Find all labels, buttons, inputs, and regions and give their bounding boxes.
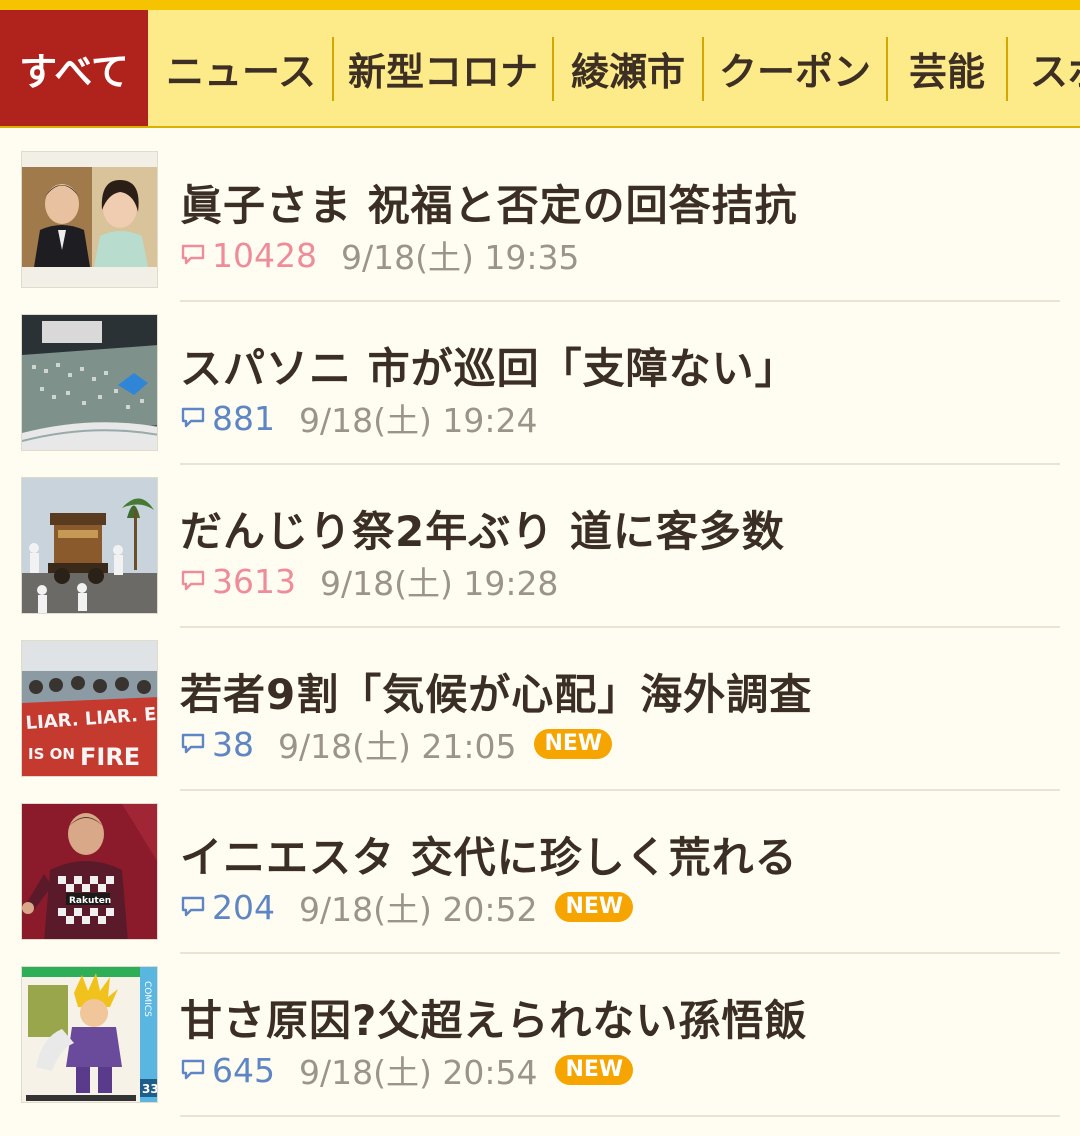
timestamp: 9/18(土) 19:35 (340, 238, 580, 277)
news-thumbnail (21, 314, 158, 451)
comment-count: 204 (212, 887, 275, 927)
comment-count: 38 (212, 724, 254, 764)
svg-text:FIRE: FIRE (80, 743, 140, 771)
manga-cover-photo: COMICS 33 (22, 967, 158, 1102)
timestamp: 9/18(土) 19:28 (319, 564, 559, 603)
timestamp: 9/18(土) 20:54 (299, 1053, 538, 1092)
tab-news[interactable]: ニュース (150, 10, 332, 126)
news-item[interactable]: 眞子さま 祝福と否定の回答拮抗 10428 9/18(土) 19:35 (0, 128, 1080, 302)
news-meta: 204 9/18(土) 20:52 NEW (180, 887, 634, 929)
comment-icon (181, 570, 205, 591)
news-meta: 881 9/18(土) 19:24 (180, 398, 555, 440)
new-badge: NEW (555, 1055, 634, 1085)
news-item[interactable]: COMICS 33 甘さ原因?父超えられない孫悟飯 645 9/18(土) 20… (0, 943, 1080, 1117)
tab-coupon[interactable]: クーポン (704, 10, 886, 126)
timestamp: 9/18(土) 21:05 (278, 727, 517, 766)
soccer-player-photo: Rakuten (22, 804, 157, 939)
comment-count: 645 (212, 1050, 275, 1090)
comment-icon (181, 1059, 205, 1080)
news-item[interactable]: Rakuten イニエスタ 交代に珍しく荒れる 204 9/18(土) 20:5… (0, 780, 1080, 954)
news-thumbnail (21, 151, 158, 288)
festival-crowd-photo (22, 315, 157, 450)
comment-icon (181, 244, 205, 265)
tab-entertainment[interactable]: 芸能 (888, 10, 1006, 126)
tab-ayase[interactable]: 綾瀬市 (554, 10, 702, 126)
news-meta: 10428 9/18(土) 19:35 (180, 235, 597, 277)
couple-photo (22, 152, 157, 287)
news-item[interactable]: LIAR. LIAR. EART IS ON FIRE 若者9割「気候が心配」海… (0, 617, 1080, 791)
tab-all[interactable]: すべて (0, 10, 148, 126)
news-headline[interactable]: だんじり祭2年ぶり 道に客多数 (180, 498, 785, 559)
news-meta: 38 9/18(土) 21:05 NEW (180, 724, 613, 766)
news-meta: 3613 9/18(土) 19:28 (180, 561, 576, 603)
news-headline[interactable]: イニエスタ 交代に珍しく荒れる (180, 824, 798, 885)
category-tab-bar: すべて ニュース 新型コロナ 綾瀬市 クーポン 芸能 スポ (0, 10, 1080, 128)
danjiri-float-photo (22, 478, 157, 613)
news-headline[interactable]: 若者9割「気候が心配」海外調査 (180, 661, 812, 722)
news-item[interactable]: スパソニ 市が巡回「支障ない」 881 9/18(土) 19:24 (0, 291, 1080, 465)
news-headline[interactable]: 眞子さま 祝福と否定の回答拮抗 (180, 172, 798, 233)
svg-text:Rakuten: Rakuten (69, 896, 111, 906)
news-meta: 645 9/18(土) 20:54 NEW (180, 1050, 634, 1092)
svg-text:IS ON: IS ON (28, 745, 75, 763)
news-thumbnail: COMICS 33 (21, 966, 158, 1103)
comment-icon (181, 407, 205, 428)
timestamp: 9/18(土) 20:52 (299, 890, 538, 929)
top-accent-stripe (0, 0, 1080, 10)
svg-text:33: 33 (142, 1082, 158, 1096)
news-headline[interactable]: 甘さ原因?父超えられない孫悟飯 (180, 987, 807, 1048)
climate-protest-photo: LIAR. LIAR. EART IS ON FIRE (22, 641, 157, 776)
news-thumbnail: Rakuten (21, 803, 158, 940)
comment-icon (181, 733, 205, 754)
new-badge: NEW (534, 729, 613, 759)
tab-covid[interactable]: 新型コロナ (334, 10, 552, 126)
timestamp: 9/18(土) 19:24 (299, 401, 538, 440)
tab-sports[interactable]: スポ (1008, 10, 1080, 126)
news-item[interactable]: だんじり祭2年ぶり 道に客多数 3613 9/18(土) 19:28 (0, 454, 1080, 628)
comment-icon (181, 896, 205, 917)
comment-count: 3613 (212, 561, 296, 601)
news-headline[interactable]: スパソニ 市が巡回「支障ない」 (180, 335, 798, 396)
svg-text:COMICS: COMICS (142, 981, 152, 1017)
new-badge: NEW (555, 892, 634, 922)
comment-count: 10428 (212, 235, 317, 275)
news-thumbnail (21, 477, 158, 614)
comment-count: 881 (212, 398, 275, 438)
divider (180, 1115, 1060, 1117)
news-thumbnail: LIAR. LIAR. EART IS ON FIRE (21, 640, 158, 777)
